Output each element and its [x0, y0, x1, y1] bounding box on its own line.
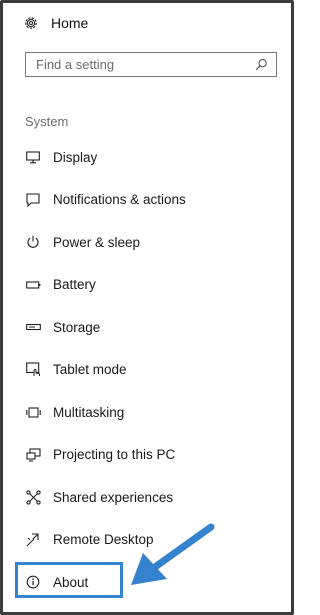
info-icon: [25, 574, 41, 590]
search-input[interactable]: [36, 57, 246, 72]
nav-item-notifications[interactable]: Notifications & actions: [3, 179, 291, 222]
projecting-icon: [25, 447, 41, 463]
nav-item-battery[interactable]: Battery: [3, 264, 291, 307]
nav-item-storage[interactable]: Storage: [3, 306, 291, 349]
section-title: System: [25, 114, 69, 129]
nav-item-label: Multitasking: [53, 404, 125, 420]
nav-item-multitasking[interactable]: Multitasking: [3, 391, 291, 434]
home-label: Home: [51, 15, 89, 31]
nav-item-label: Tablet mode: [53, 362, 127, 378]
annotation-arrow-icon: [131, 523, 215, 585]
nav-item-display[interactable]: Display: [3, 136, 291, 179]
nav-item-label: About: [53, 574, 89, 590]
search-icon[interactable]: [254, 58, 268, 72]
settings-nav-panel: Home System Display: [0, 0, 294, 615]
gear-icon: [22, 14, 40, 32]
search-box[interactable]: [25, 52, 277, 77]
home-nav-item[interactable]: Home: [22, 13, 88, 33]
storage-icon: [25, 319, 41, 335]
nav-item-shared-experiences[interactable]: Shared experiences: [3, 476, 291, 519]
nav-item-power[interactable]: Power & sleep: [3, 221, 291, 264]
nav-item-label: Battery: [53, 277, 96, 293]
nav-item-tablet-mode[interactable]: Tablet mode: [3, 349, 291, 392]
notifications-icon: [25, 192, 41, 208]
tablet-mode-icon: [25, 362, 41, 378]
power-icon: [25, 234, 41, 250]
nav-item-projecting[interactable]: Projecting to this PC: [3, 434, 291, 477]
nav-item-label: Display: [53, 149, 98, 165]
multitasking-icon: [25, 404, 41, 420]
nav-item-label: Power & sleep: [53, 234, 141, 250]
nav-item-label: Notifications & actions: [53, 192, 186, 208]
battery-icon: [25, 277, 41, 293]
nav-item-label: Storage: [53, 319, 101, 335]
nav-item-label: Shared experiences: [53, 489, 174, 505]
nav-item-label: Projecting to this PC: [53, 447, 176, 463]
display-icon: [25, 149, 41, 165]
shared-experiences-icon: [25, 489, 41, 505]
remote-desktop-icon: [25, 532, 41, 548]
